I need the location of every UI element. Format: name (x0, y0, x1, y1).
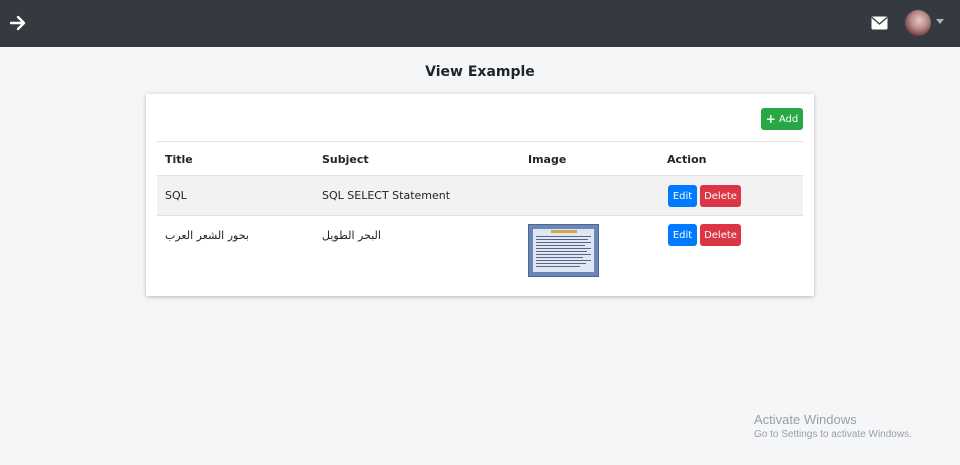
column-header-action: Action (667, 153, 707, 166)
column-header-image: Image (528, 153, 567, 166)
arrow-right-icon (9, 15, 26, 31)
messages-button[interactable] (871, 15, 888, 30)
page-title: View Example (425, 64, 535, 80)
column-header-subject: Subject (322, 153, 369, 166)
content-card: + Add Title Subject Image Action SQL SQL… (146, 94, 814, 296)
table-header-row: Title Subject Image Action (157, 141, 803, 175)
add-button[interactable]: + Add (761, 108, 803, 130)
row-subject: SQL SELECT Statement (322, 189, 451, 202)
watermark-subtitle: Go to Settings to activate Windows. (754, 429, 912, 440)
thumbnail-header (551, 230, 577, 233)
table-row: SQL SQL SELECT Statement Edit Delete (157, 175, 803, 215)
top-navbar (0, 0, 960, 47)
row-title: SQL (165, 189, 187, 202)
avatar[interactable] (905, 10, 931, 36)
thumbnail-page (533, 229, 594, 272)
caret-down-icon[interactable] (936, 19, 944, 24)
edit-button[interactable]: Edit (668, 224, 697, 246)
edit-button[interactable]: Edit (668, 185, 697, 207)
add-button-label: Add (778, 113, 799, 125)
sidebar-toggle-button[interactable] (8, 13, 28, 33)
watermark-title: Activate Windows (754, 412, 857, 427)
data-table: Title Subject Image Action SQL SQL SELEC… (157, 141, 803, 281)
envelope-icon (871, 16, 888, 30)
table-row: بحور الشعر العرب البحر الطويل Edit Delet… (157, 215, 803, 281)
row-image-thumbnail[interactable] (528, 224, 599, 277)
activation-watermark: Activate Windows Go to Settings to activ… (754, 412, 912, 440)
delete-button[interactable]: Delete (700, 224, 741, 246)
plus-icon: + (765, 112, 776, 126)
row-title: بحور الشعر العرب (165, 229, 249, 242)
delete-button[interactable]: Delete (700, 185, 741, 207)
row-subject: البحر الطويل (322, 229, 381, 242)
column-header-title: Title (165, 153, 193, 166)
